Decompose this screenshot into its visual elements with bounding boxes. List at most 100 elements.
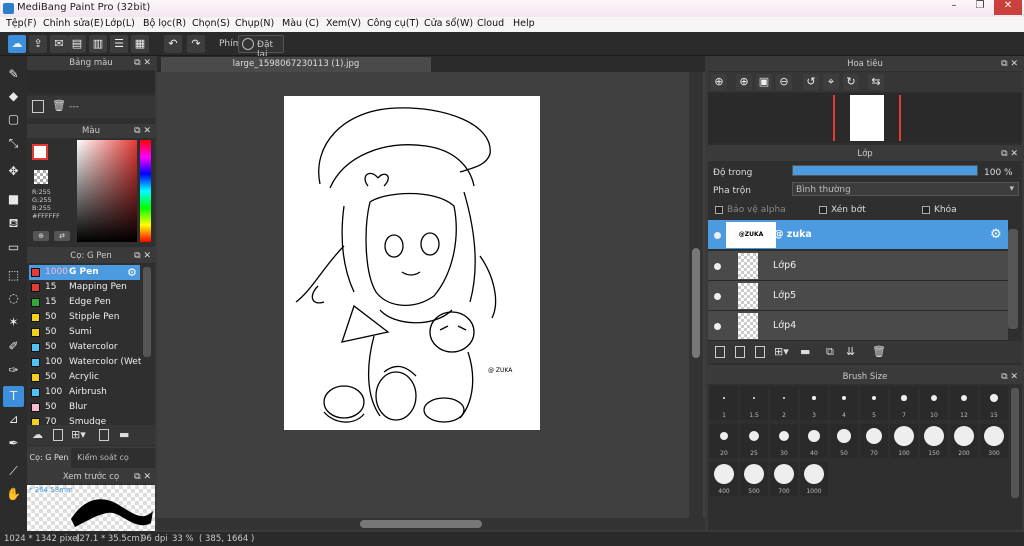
brush-size-cell[interactable]: 5 (860, 386, 888, 420)
protect-alpha-checkbox[interactable] (715, 206, 723, 214)
visibility-icon[interactable] (714, 323, 721, 330)
layer-row[interactable]: @ZUKA @ zuka ⚙ (708, 220, 1008, 250)
new-8bit-layer-icon[interactable] (755, 346, 765, 358)
layer-row[interactable]: Lớp5 (708, 281, 1008, 311)
gradient-tool-icon[interactable]: ▭ (3, 237, 24, 258)
eraser-tool-icon[interactable]: ◆ (3, 86, 24, 107)
brush-size-cell[interactable]: 1000 (800, 462, 828, 496)
share-icon[interactable]: ⇪ (29, 35, 47, 53)
select-tool-icon[interactable]: ⬚ (3, 265, 24, 286)
brush-item[interactable]: 100 Watercolor (Wet) (29, 355, 141, 370)
fit-icon[interactable]: ▣ (756, 74, 772, 90)
dot-tool-icon[interactable]: ⤡ (3, 133, 24, 154)
brush-item[interactable]: 50 Blur (29, 400, 140, 415)
panel-controls[interactable]: ⧉ ✕ (1001, 147, 1018, 161)
duplicate-layer-icon[interactable]: ⧉ (826, 345, 834, 359)
brush-size-cell[interactable]: 4 (830, 386, 858, 420)
tab-brush[interactable]: Cọ: G Pen (27, 448, 71, 468)
cloud-brush-icon[interactable]: ☁ (32, 428, 43, 441)
brush-size-cell[interactable]: 1 (710, 386, 738, 420)
lock-checkbox[interactable] (922, 206, 930, 214)
shape-tool-icon[interactable]: ▢ (3, 109, 24, 130)
brush-item[interactable]: 100 Airbrush (29, 385, 140, 400)
gear-icon[interactable]: ⚙ (990, 227, 1002, 242)
navigator-preview[interactable] (708, 93, 1022, 143)
menu-file[interactable]: Tệp(F) (6, 18, 37, 29)
canvas-hscroll-thumb[interactable] (360, 520, 482, 528)
brush-item[interactable]: 50 Stipple Pen (29, 310, 140, 325)
canvas-vscroll-track[interactable] (689, 72, 703, 518)
brush-list-scrollbar[interactable] (143, 267, 151, 357)
layer-row[interactable]: Lớp4 (708, 311, 1008, 341)
folder-icon[interactable]: ▬ (119, 428, 129, 441)
brush-item[interactable]: 50 Acrylic (29, 370, 140, 385)
add-layer-menu-icon[interactable]: ⊞▾ (774, 345, 789, 358)
close-button[interactable]: ✕ (994, 0, 1022, 15)
menu-help[interactable]: Help (513, 18, 535, 29)
menu-select[interactable]: Chọn(S) (192, 18, 230, 29)
opacity-slider[interactable] (792, 165, 978, 176)
panel-controls[interactable]: ⧉ ✕ (134, 470, 151, 484)
merge-layer-icon[interactable]: ⇊ (846, 345, 855, 358)
eyedropper-tool-icon[interactable]: ⟋ (3, 461, 24, 482)
new-layer-icon[interactable] (715, 346, 725, 358)
menu-view[interactable]: Xem(V) (326, 18, 361, 29)
brush-size-cell[interactable]: 70 (860, 424, 888, 458)
tab-brush-control[interactable]: Kiểm soát cọ (73, 448, 133, 468)
move-tool-icon[interactable]: ✥ (3, 161, 24, 182)
add-brush-icon[interactable]: ⊞▾ (71, 428, 86, 441)
color-mode-button[interactable]: ⊕ (33, 231, 49, 241)
zoom-in-icon[interactable]: ⊕ (711, 74, 727, 90)
brush-size-cell[interactable]: 40 (800, 424, 828, 458)
brush-size-cell[interactable]: 500 (740, 462, 768, 496)
rotate-right-icon[interactable]: ↻ (843, 74, 859, 90)
bucket-tool-icon[interactable]: ⛾ (3, 213, 24, 234)
brush-size-cell[interactable]: 700 (770, 462, 798, 496)
new-palette-icon[interactable] (32, 100, 44, 113)
maximize-button[interactable]: ❐ (967, 0, 993, 15)
menu-filter[interactable]: Bộ lọc(R) (143, 18, 186, 29)
navigator-view-frame[interactable] (833, 95, 901, 141)
panel-controls[interactable]: ⧉ ✕ (134, 249, 151, 263)
brush-size-cell[interactable]: 300 (980, 424, 1008, 458)
rotate-left-icon[interactable]: ↺ (803, 74, 819, 90)
fill-rect-tool-icon[interactable]: ■ (3, 189, 24, 210)
brush-size-cell[interactable]: 400 (710, 462, 738, 496)
blend-mode-select[interactable]: Bình thường ▾ (792, 182, 1019, 196)
brush-size-cell[interactable]: 12 (950, 386, 978, 420)
layer-row[interactable]: Lớp6 (708, 251, 1008, 281)
brush-item[interactable]: 70 Smudge (29, 415, 140, 425)
visibility-icon[interactable] (714, 232, 721, 239)
brush-size-cell[interactable]: 150 (920, 424, 948, 458)
zoom-in-2-icon[interactable]: ⊕ (736, 74, 752, 90)
flip-icon[interactable]: ⇆ (868, 74, 884, 90)
panel-controls[interactable]: ⧉ ✕ (1001, 370, 1018, 384)
panel-controls[interactable]: ⧉ ✕ (134, 124, 151, 138)
brush-size-cell[interactable]: 2 (770, 386, 798, 420)
brush-item[interactable]: 50 Watercolor (29, 340, 140, 355)
document-icon[interactable]: ▤ (68, 35, 86, 53)
new-halftone-layer-icon[interactable] (735, 346, 745, 358)
canvas-hscroll-track[interactable] (157, 518, 705, 530)
menu-cloud[interactable]: Cloud (477, 18, 504, 29)
brush-size-cell[interactable]: 10 (920, 386, 948, 420)
brush-size-cell[interactable]: 50 (830, 424, 858, 458)
new-brush-icon[interactable] (53, 429, 63, 441)
clipping-checkbox[interactable] (819, 206, 827, 214)
lasso-tool-icon[interactable]: ◌ (3, 288, 24, 309)
minimize-button[interactable]: – (941, 0, 967, 15)
document-tab[interactable]: large_1598067230113 (1).jpg (161, 57, 431, 72)
menu-tools[interactable]: Công cụ(T) (367, 18, 419, 29)
menu-layer[interactable]: Lớp(L) (105, 18, 135, 29)
operation-tool-icon[interactable]: ⊿ (3, 409, 24, 430)
zoom-out-icon[interactable]: ⊖ (776, 74, 792, 90)
brush-size-scrollbar[interactable] (1011, 388, 1019, 498)
brush-size-cell[interactable]: 1.5 (740, 386, 768, 420)
brush-settings-icon[interactable] (99, 429, 109, 441)
saturation-value-picker[interactable] (77, 140, 137, 242)
hand-tool-icon[interactable]: ✋ (3, 484, 24, 505)
trash-icon[interactable]: 🗑 (52, 99, 66, 112)
brush-size-cell[interactable]: 3 (800, 386, 828, 420)
brush-size-cell[interactable]: 25 (740, 424, 768, 458)
brush-size-cell[interactable]: 7 (890, 386, 918, 420)
